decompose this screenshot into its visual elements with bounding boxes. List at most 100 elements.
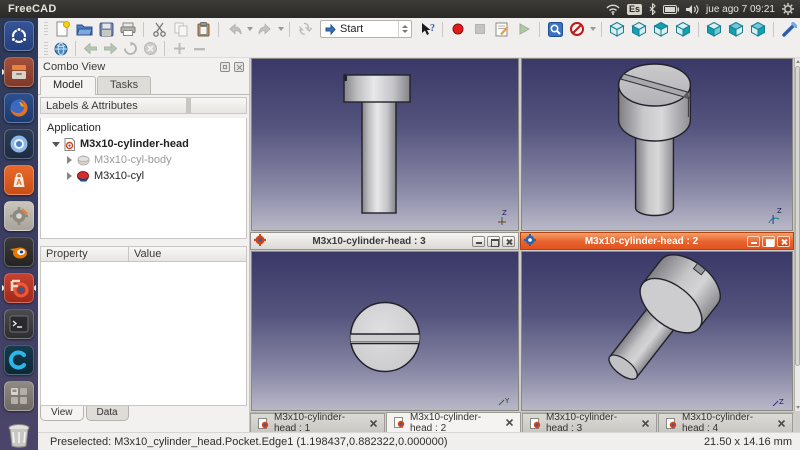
new-document-button[interactable] bbox=[51, 19, 73, 39]
draw-style-dropdown[interactable] bbox=[588, 19, 597, 39]
maximize-button[interactable] bbox=[762, 235, 775, 247]
view-top-button[interactable] bbox=[650, 19, 672, 39]
launcher-item-blender[interactable] bbox=[3, 236, 35, 268]
mdi-tab-4[interactable]: M3x10-cylinder-head : 4 bbox=[658, 412, 793, 434]
tree-item-part[interactable]: M3x10-cyl bbox=[41, 168, 246, 184]
viewport-front-view[interactable]: Z bbox=[251, 58, 519, 231]
launcher-item-terminal[interactable] bbox=[3, 308, 35, 340]
mdi-tab-1[interactable]: M3x10-cylinder-head : 1 bbox=[250, 412, 385, 434]
redo-dropdown[interactable] bbox=[276, 19, 285, 39]
redo-button[interactable] bbox=[254, 19, 276, 39]
dock-float-button[interactable] bbox=[220, 61, 230, 72]
close-button[interactable] bbox=[777, 235, 790, 247]
launcher-item-workspace-switcher[interactable] bbox=[3, 380, 35, 412]
subwindow-titlebar-2[interactable]: M3x10-cylinder-head : 2 bbox=[520, 232, 794, 250]
save-document-button[interactable] bbox=[95, 19, 117, 39]
scroll-up-arrow[interactable] bbox=[795, 58, 800, 65]
toolbar-handle[interactable] bbox=[44, 41, 48, 56]
viewport-isometric-view[interactable]: Z bbox=[521, 251, 793, 411]
mdi-tab-2[interactable]: M3x10-cylinder-head : 2 bbox=[386, 412, 521, 434]
mdi-vertical-scrollbar[interactable] bbox=[794, 58, 800, 411]
web-browser-button[interactable] bbox=[51, 41, 71, 57]
nav-forward-button[interactable] bbox=[100, 41, 120, 57]
nav-back-button[interactable] bbox=[80, 41, 100, 57]
whats-this-button[interactable]: ? bbox=[416, 19, 438, 39]
refresh-button[interactable] bbox=[294, 19, 316, 39]
svg-text:?: ? bbox=[430, 23, 435, 34]
launcher-item-dash[interactable] bbox=[3, 20, 35, 52]
maximize-button[interactable] bbox=[487, 235, 500, 247]
volume-icon[interactable] bbox=[686, 4, 699, 15]
tab-view[interactable]: View bbox=[40, 406, 84, 421]
panel-splitter[interactable] bbox=[38, 239, 249, 246]
launcher-item-chromium[interactable] bbox=[3, 128, 35, 160]
view-front-button[interactable] bbox=[628, 19, 650, 39]
tree-item-body[interactable]: M3x10-cyl-body bbox=[41, 152, 246, 168]
freecad-app-icon bbox=[524, 233, 536, 249]
close-tab-icon[interactable] bbox=[642, 419, 649, 427]
cut-button[interactable] bbox=[148, 19, 170, 39]
macro-play-button[interactable] bbox=[513, 19, 535, 39]
tab-tasks[interactable]: Tasks bbox=[96, 76, 152, 94]
measure-button[interactable] bbox=[778, 19, 800, 39]
minimize-button[interactable] bbox=[472, 235, 485, 247]
close-tab-icon[interactable] bbox=[506, 419, 513, 426]
macro-record-button[interactable] bbox=[447, 19, 469, 39]
nav-stop-button[interactable] bbox=[140, 41, 160, 57]
battery-icon[interactable] bbox=[663, 4, 680, 14]
clock[interactable]: jue ago 7 09:21 bbox=[706, 4, 775, 15]
property-column: Property bbox=[41, 247, 129, 261]
scroll-down-arrow[interactable] bbox=[795, 404, 800, 411]
view-bottom-button[interactable] bbox=[725, 19, 747, 39]
print-button[interactable] bbox=[117, 19, 139, 39]
property-table-body[interactable] bbox=[40, 262, 247, 406]
launcher-item-files[interactable] bbox=[2, 56, 35, 88]
draw-style-button[interactable] bbox=[566, 19, 588, 39]
nav-refresh-button[interactable] bbox=[120, 41, 140, 57]
tab-model[interactable]: Model bbox=[40, 76, 96, 95]
workbench-spinner[interactable] bbox=[398, 21, 411, 37]
bluetooth-icon[interactable] bbox=[649, 3, 656, 15]
close-tab-icon[interactable] bbox=[778, 419, 785, 427]
undo-button[interactable] bbox=[223, 19, 245, 39]
subwindow-titlebar-3[interactable]: M3x10-cylinder-head : 3 bbox=[250, 232, 519, 250]
tab-data[interactable]: Data bbox=[85, 406, 129, 421]
launcher-item-system-settings[interactable] bbox=[3, 200, 35, 232]
minimize-button[interactable] bbox=[747, 235, 760, 247]
workbench-selector[interactable]: Start bbox=[320, 20, 412, 38]
viewport-top-view[interactable]: Y bbox=[251, 251, 519, 411]
wifi-icon[interactable] bbox=[606, 4, 620, 15]
close-button[interactable] bbox=[502, 235, 515, 247]
scrollbar-thumb[interactable] bbox=[795, 66, 800, 366]
view-rear-button[interactable] bbox=[703, 19, 725, 39]
fit-all-button[interactable] bbox=[544, 19, 566, 39]
open-document-button[interactable] bbox=[73, 19, 95, 39]
tree-item-application[interactable]: Application bbox=[41, 120, 246, 136]
launcher-item-firefox[interactable] bbox=[3, 92, 35, 124]
view-axonometric-button[interactable] bbox=[606, 19, 628, 39]
view-right-button[interactable] bbox=[672, 19, 694, 39]
macro-edit-button[interactable] bbox=[491, 19, 513, 39]
launcher-item-trash[interactable] bbox=[3, 420, 35, 450]
view-left-button[interactable] bbox=[747, 19, 769, 39]
session-gear-icon[interactable] bbox=[782, 3, 794, 15]
copy-button[interactable] bbox=[170, 19, 192, 39]
toolbar-handle[interactable] bbox=[44, 22, 48, 36]
expander-closed-icon[interactable] bbox=[65, 172, 74, 181]
launcher-item-freecad[interactable] bbox=[2, 272, 36, 304]
expander-open-icon[interactable] bbox=[51, 140, 60, 149]
zoom-out-button[interactable] bbox=[189, 41, 209, 57]
launcher-item-c-application[interactable] bbox=[3, 344, 35, 376]
launcher-item-software-center[interactable]: A bbox=[3, 164, 35, 196]
dock-close-button[interactable] bbox=[234, 61, 244, 72]
expander-closed-icon[interactable] bbox=[65, 156, 74, 165]
undo-dropdown[interactable] bbox=[245, 19, 254, 39]
close-tab-icon[interactable] bbox=[370, 419, 377, 427]
viewport-axonometric-view[interactable]: Z bbox=[521, 58, 793, 231]
tree-item-document[interactable]: M3x10-cylinder-head bbox=[41, 136, 246, 152]
keyboard-layout-indicator[interactable]: Es bbox=[627, 3, 643, 15]
paste-button[interactable] bbox=[192, 19, 214, 39]
zoom-in-button[interactable] bbox=[169, 41, 189, 57]
mdi-tab-3[interactable]: M3x10-cylinder-head : 3 bbox=[522, 412, 657, 434]
macro-stop-button[interactable] bbox=[469, 19, 491, 39]
